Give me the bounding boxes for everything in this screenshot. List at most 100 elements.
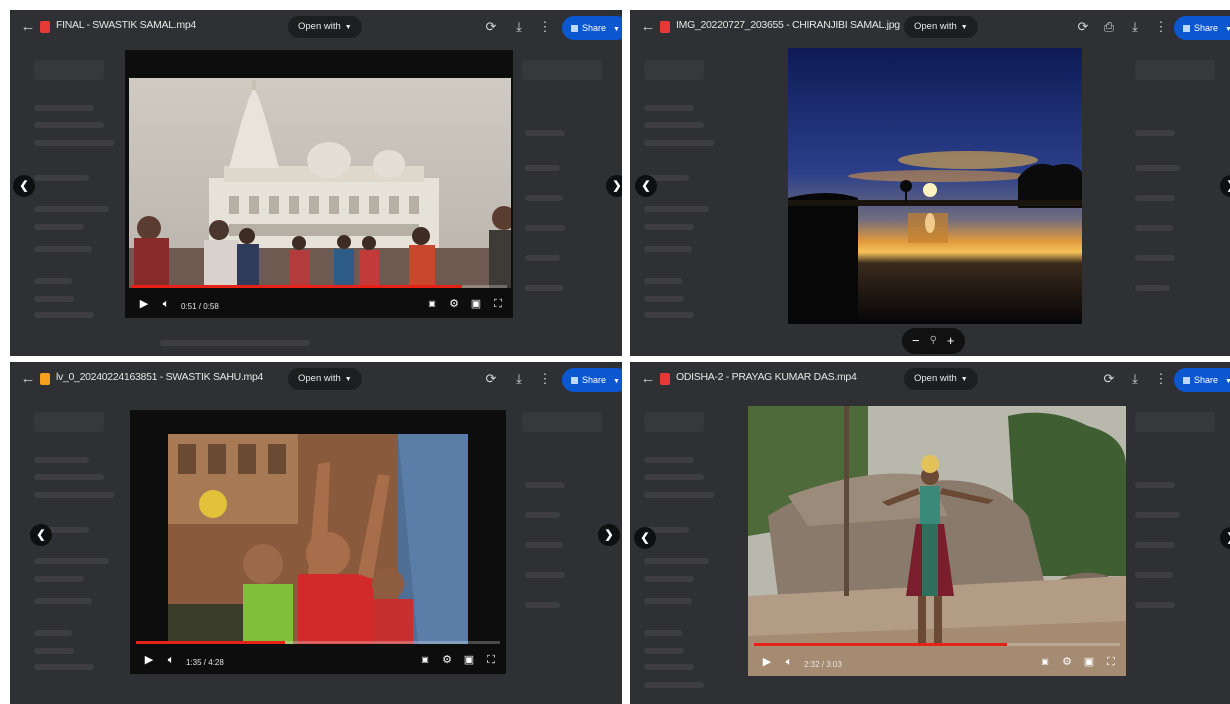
video-progress-bar[interactable]	[131, 285, 507, 288]
captions-icon[interactable]: ▣	[1038, 654, 1052, 670]
add-shortcut-icon[interactable]: ⟳	[482, 18, 500, 36]
chevron-down-icon: ▼	[1225, 26, 1230, 33]
next-file-button[interactable]: ❯	[598, 524, 620, 546]
previous-file-button[interactable]: ❮	[13, 175, 35, 197]
progress-fill	[131, 285, 462, 288]
captions-icon[interactable]: ▣	[418, 652, 432, 668]
video-player[interactable]: ▶ 🔈︎ 0:51 / 0:58 ▣ ⚙ ▣ ⛶	[125, 50, 513, 318]
chevron-down-icon: ▼	[960, 24, 968, 31]
video-progress-bar[interactable]	[754, 643, 1120, 646]
share-people-icon	[571, 25, 578, 33]
viewer-pane-2: ← IMG_20220727_203655 - CHIRANJIBI SAMAL…	[630, 10, 1230, 356]
back-arrow-icon[interactable]: ←	[638, 369, 658, 389]
miniplayer-icon[interactable]: ▣	[469, 296, 483, 312]
video-file-icon	[40, 373, 50, 385]
back-arrow-icon[interactable]: ←	[18, 369, 38, 389]
play-icon[interactable]: ▶	[760, 654, 774, 670]
video-progress-bar[interactable]	[136, 641, 500, 644]
image-file-icon	[660, 21, 670, 33]
video-player[interactable]: ▶ 🔈︎ 2:32 / 3:03 ▣ ⚙ ▣ ⛶	[748, 406, 1126, 676]
viewer-toolbar: ← ODISHA-2 - PRAYAG KUMAR DAS.mp4 Open w…	[630, 362, 1230, 396]
share-people-icon	[1183, 377, 1190, 385]
chevron-down-icon: ▼	[613, 378, 620, 385]
next-file-button[interactable]: ❯	[606, 175, 622, 197]
download-icon[interactable]: ⤓	[510, 18, 528, 36]
open-with-label: Open with	[914, 373, 957, 384]
captions-icon[interactable]: ▣	[425, 296, 439, 312]
zoom-in-button[interactable]: +	[947, 328, 955, 354]
previous-file-button[interactable]: ❮	[635, 175, 657, 197]
play-icon[interactable]: ▶	[142, 652, 156, 668]
zoom-magnifier-icon[interactable]: ⚲	[930, 328, 937, 354]
settings-gear-icon[interactable]: ⚙	[1060, 654, 1074, 670]
previous-file-button[interactable]: ❮	[634, 527, 656, 549]
share-people-icon	[571, 377, 578, 385]
settings-gear-icon[interactable]: ⚙	[440, 652, 454, 668]
open-with-label: Open with	[298, 373, 341, 384]
file-name: lv_0_20240224163851 - SWASTIK SAHU.mp4	[56, 371, 264, 383]
video-player[interactable]: ▶ 🔈︎ 1:35 / 4:28 ▣ ⚙ ▣ ⛶	[130, 410, 506, 674]
video-file-icon	[660, 373, 670, 385]
time-display: 1:35 / 4:28	[186, 658, 224, 667]
share-button[interactable]: Share ▼	[1174, 16, 1230, 40]
more-options-icon[interactable]: ⋮	[1152, 370, 1170, 388]
open-with-button[interactable]: Open with ▼	[288, 368, 362, 390]
miniplayer-icon[interactable]: ▣	[1082, 654, 1096, 670]
share-label: Share	[1194, 375, 1219, 385]
miniplayer-icon[interactable]: ▣	[462, 652, 476, 668]
settings-gear-icon[interactable]: ⚙	[447, 296, 461, 312]
more-options-icon[interactable]: ⋮	[536, 370, 554, 388]
play-icon[interactable]: ▶	[137, 296, 151, 312]
fullscreen-icon[interactable]: ⛶	[1104, 654, 1118, 670]
open-with-button[interactable]: Open with ▼	[288, 16, 362, 38]
fullscreen-icon[interactable]: ⛶	[484, 652, 498, 668]
more-options-icon[interactable]: ⋮	[1152, 18, 1170, 36]
open-with-button[interactable]: Open with ▼	[904, 16, 978, 38]
fullscreen-icon[interactable]: ⛶	[491, 296, 505, 312]
share-label: Share	[1194, 23, 1219, 33]
volume-icon[interactable]: 🔈︎	[782, 654, 796, 670]
share-label: Share	[582, 23, 607, 33]
time-display: 2:32 / 3:03	[804, 660, 842, 669]
back-arrow-icon[interactable]: ←	[638, 17, 658, 37]
file-name: IMG_20220727_203655 - CHIRANJIBI SAMAL.j…	[676, 19, 900, 31]
volume-icon[interactable]: 🔈︎	[159, 296, 173, 312]
previous-file-button[interactable]: ❮	[30, 524, 52, 546]
file-name: ODISHA-2 - PRAYAG KUMAR DAS.mp4	[676, 371, 857, 383]
download-icon[interactable]: ⤓	[1126, 18, 1144, 36]
image-sunset-lake	[788, 48, 1082, 324]
player-controls: ▶ 🔈︎ 1:35 / 4:28 ▣ ⚙ ▣ ⛶	[130, 646, 506, 674]
video-frame-temple	[129, 78, 511, 288]
share-button[interactable]: Share ▼	[1174, 368, 1230, 392]
video-frame-dancer	[748, 406, 1126, 676]
zoom-controls: − ⚲ +	[902, 328, 965, 354]
open-with-button[interactable]: Open with ▼	[904, 368, 978, 390]
viewer-pane-1: ← FINAL - SWASTIK SAMAL.mp4 Open with ▼ ⟳…	[10, 10, 622, 356]
share-label: Share	[582, 375, 607, 385]
share-button[interactable]: Share ▼	[562, 368, 622, 392]
viewer-toolbar: ← IMG_20220727_203655 - CHIRANJIBI SAMAL…	[630, 10, 1230, 44]
chevron-down-icon: ▼	[1225, 378, 1230, 385]
print-icon[interactable]: ⎙	[1100, 18, 1118, 36]
volume-icon[interactable]: 🔈︎	[164, 652, 178, 668]
progress-fill	[754, 643, 1007, 646]
file-name: FINAL - SWASTIK SAMAL.mp4	[56, 19, 196, 31]
video-frame-crowd	[168, 434, 468, 644]
add-shortcut-icon[interactable]: ⟳	[1100, 370, 1118, 388]
player-controls: ▶ 🔈︎ 2:32 / 3:03 ▣ ⚙ ▣ ⛶	[748, 648, 1126, 676]
share-button[interactable]: Share ▼	[562, 16, 622, 40]
zoom-out-button[interactable]: −	[912, 328, 920, 354]
video-file-icon	[40, 21, 50, 33]
back-arrow-icon[interactable]: ←	[18, 17, 38, 37]
open-with-label: Open with	[914, 21, 957, 32]
add-shortcut-icon[interactable]: ⟳	[1074, 18, 1092, 36]
viewer-pane-4: ← ODISHA-2 - PRAYAG KUMAR DAS.mp4 Open w…	[630, 362, 1230, 704]
share-people-icon	[1183, 25, 1190, 33]
chevron-down-icon: ▼	[344, 376, 352, 383]
add-shortcut-icon[interactable]: ⟳	[482, 370, 500, 388]
download-icon[interactable]: ⤓	[510, 370, 528, 388]
open-with-label: Open with	[298, 21, 341, 32]
more-options-icon[interactable]: ⋮	[536, 18, 554, 36]
download-icon[interactable]: ⤓	[1126, 370, 1144, 388]
player-controls: ▶ 🔈︎ 0:51 / 0:58 ▣ ⚙ ▣ ⛶	[125, 290, 513, 318]
